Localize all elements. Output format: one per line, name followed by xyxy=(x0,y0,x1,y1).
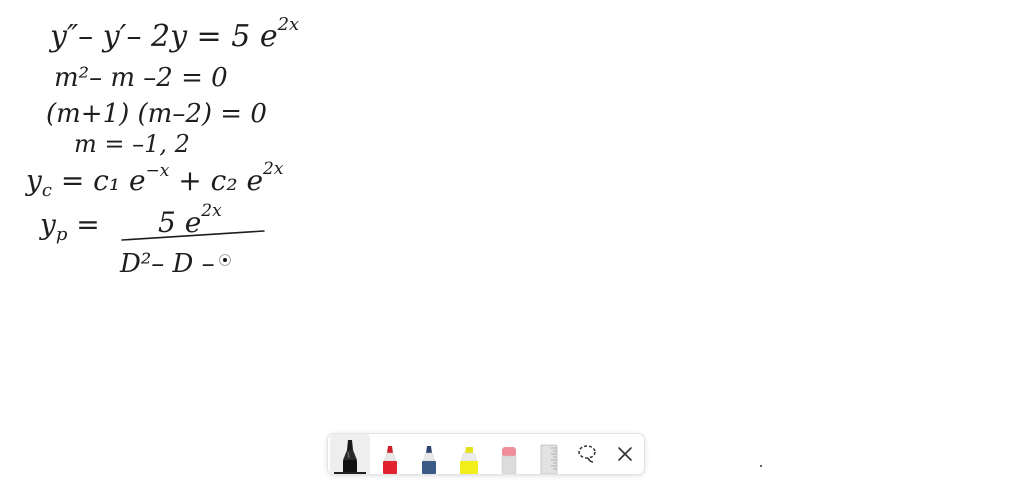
red-marker-icon xyxy=(382,446,397,474)
pen-cursor-icon xyxy=(219,254,231,266)
fraction-numerator: 5 e2x xyxy=(158,201,222,239)
fraction-denominator: D²– D – xyxy=(119,249,215,279)
eraser-tool[interactable] xyxy=(489,434,529,474)
blue-marker-tool[interactable] xyxy=(410,434,450,474)
yellow-highlighter-tool[interactable] xyxy=(449,434,489,474)
equation-line-3: (m+1) (m–2) = 0 xyxy=(46,99,267,129)
eraser-icon xyxy=(501,447,517,474)
equation-line-5: yc = c₁ e−x + c₂ e2x xyxy=(24,159,284,201)
equation-line-2: m²– m –2 = 0 xyxy=(54,63,228,93)
ruler-tool[interactable] xyxy=(529,434,569,474)
equation-line-1: y″– y′– 2y = 5 e2x xyxy=(48,14,299,54)
whiteboard-canvas[interactable]: y″– y′– 2y = 5 e2x m²– m –2 = 0 (m+1) (m… xyxy=(0,0,1024,480)
ruler-icon xyxy=(540,444,558,474)
drawing-toolbar xyxy=(328,434,644,474)
handwriting-layer: y″– y′– 2y = 5 e2x m²– m –2 = 0 (m+1) (m… xyxy=(24,14,299,279)
blue-marker-icon xyxy=(422,446,437,474)
equation-line-4: m = –1, 2 xyxy=(74,130,190,158)
close-toolbar-button[interactable] xyxy=(606,434,644,474)
close-icon xyxy=(618,447,632,461)
black-marker-icon xyxy=(342,440,357,474)
black-marker-tool[interactable] xyxy=(330,434,370,474)
lasso-select-button[interactable] xyxy=(569,434,607,474)
lasso-icon xyxy=(578,445,597,463)
red-marker-tool[interactable] xyxy=(370,434,410,474)
mouse-dot xyxy=(760,465,762,467)
equation-line-6: yp = xyxy=(38,208,100,245)
highlighter-icon xyxy=(460,447,479,474)
